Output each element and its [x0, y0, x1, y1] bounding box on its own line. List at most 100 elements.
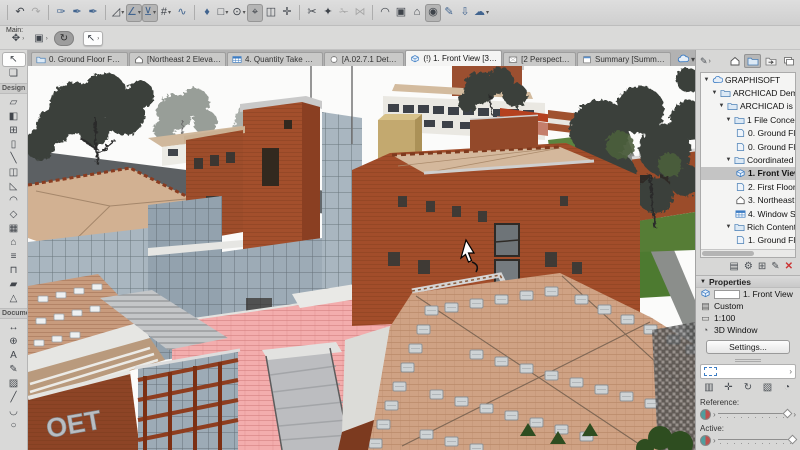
delete-button[interactable]: ✕: [785, 261, 793, 272]
cloud-download-button[interactable]: ⇩ ▾: [457, 4, 473, 22]
layout-book-button[interactable]: [762, 54, 779, 68]
tree-item[interactable]: ▼ ARCHICAD is BIM: [701, 100, 795, 113]
reference-color-icon[interactable]: [700, 409, 711, 420]
slab-tool-button[interactable]: ◫: [3, 166, 25, 179]
tree-item[interactable]: ▼ 2. First Floor: [701, 180, 795, 193]
tree-item[interactable]: ▼ 3. Northeast 2 Elev: [701, 194, 795, 207]
inject-favorites-button[interactable]: ✒ ▾: [85, 4, 101, 22]
fillet-button[interactable]: ◠ ▾: [377, 4, 393, 22]
snap-guides-button[interactable]: ∿ ▾: [174, 4, 190, 22]
properties-header[interactable]: ▼ Properties: [696, 275, 800, 288]
zoom-button[interactable]: ▣ ›: [31, 31, 51, 46]
snap-grid-button[interactable]: # ▾: [158, 4, 174, 22]
beam-tool-button[interactable]: ╲: [3, 152, 25, 165]
tree-item[interactable]: ▼ Rich Content: [701, 220, 795, 233]
settings-button[interactable]: Settings...: [706, 340, 790, 354]
tree-item[interactable]: ▼ 1. Ground Floor: [701, 234, 795, 247]
tree-horizontal-scrollbar[interactable]: [701, 249, 795, 257]
redo-button[interactable]: ↷ ▾: [28, 4, 44, 22]
tree-item[interactable]: ▼ 1. Front View: [701, 166, 795, 181]
view-tab[interactable]: 4. Quantity Take Off...: [227, 52, 323, 66]
virtual-trace-button[interactable]: ◫ ▾: [263, 4, 279, 22]
chevron-right-icon[interactable]: ›: [793, 410, 796, 419]
disclosure-triangle-icon[interactable]: ▼: [718, 103, 725, 109]
switch-reference-button[interactable]: ▧: [760, 381, 776, 394]
column-tool-button[interactable]: ▯: [3, 138, 25, 151]
markup-button[interactable]: ✎ ▾: [441, 4, 457, 22]
new-folder-button[interactable]: ⊞: [758, 261, 766, 272]
object-tool-button[interactable]: ⌂: [3, 236, 25, 249]
split-button[interactable]: ✂ ▾: [304, 4, 320, 22]
disclosure-triangle-icon[interactable]: ▼: [725, 157, 732, 163]
view-tab[interactable]: [A.02.7.1 Details]: [323, 52, 405, 66]
project-chooser-button[interactable]: ✎ ›: [700, 56, 711, 67]
teamwork-menu-button[interactable]: ▾: [676, 54, 695, 64]
adjust-button[interactable]: ✦ ▾: [320, 4, 336, 22]
disclosure-triangle-icon[interactable]: ▼: [711, 90, 718, 96]
clone-folder-button[interactable]: ▤: [729, 261, 738, 272]
save-current-view-button[interactable]: ✎: [771, 261, 779, 272]
shell-tool-button[interactable]: ◠: [3, 194, 25, 207]
home-button[interactable]: ⌂ ▾: [409, 4, 425, 22]
stair-tool-button[interactable]: ≡: [3, 250, 25, 263]
panel-splitter[interactable]: [696, 357, 800, 364]
rebuild-reference-button[interactable]: ◔: [779, 381, 795, 394]
active-color-icon[interactable]: [700, 435, 711, 446]
gravity-button[interactable]: ⊻ ▾: [142, 3, 158, 22]
railing-tool-button[interactable]: ⊓: [3, 264, 25, 277]
disclosure-triangle-icon[interactable]: ▼: [725, 117, 732, 123]
marquee-options-button[interactable]: □ ▾: [215, 4, 231, 22]
trace-toggle-button[interactable]: ▥: [701, 381, 717, 394]
line-tool-button[interactable]: ╱: [3, 391, 25, 404]
inject-parameters-button[interactable]: ✒ ▾: [69, 4, 85, 22]
tree-item[interactable]: ▼ Coordinated Documen: [701, 153, 795, 166]
trim-button[interactable]: ✁ ▾: [336, 4, 352, 22]
morph-tool-button[interactable]: ◇: [3, 208, 25, 221]
fit-in-window-button[interactable]: ✛ ▾: [279, 4, 295, 22]
view-tab[interactable]: Summary [Summary]: [576, 52, 671, 66]
marquee-tool-button[interactable]: ❏: [3, 67, 25, 80]
view-id-field[interactable]: [714, 289, 740, 299]
tree-item[interactable]: ▼ 1 File Concept: [701, 113, 795, 126]
view-map-button[interactable]: [744, 54, 761, 68]
radial-dimension-tool-button[interactable]: ⊕: [3, 335, 25, 348]
fill-tool-button[interactable]: ▨: [3, 377, 25, 390]
zoom-selection-button[interactable]: ◉ ▾: [425, 3, 441, 22]
tree-item[interactable]: ▼ 4. Window Schedu: [701, 207, 795, 220]
arrow-tool-button[interactable]: ↖: [2, 53, 25, 66]
view-tab[interactable]: (!) 1. Front View [3D...: [405, 50, 503, 66]
suspend-groups-button[interactable]: ⊙ ▾: [231, 4, 247, 22]
3d-viewport[interactable]: OET: [28, 66, 695, 450]
tree-item[interactable]: ▼ 0. Ground Floor Cei: [701, 127, 795, 140]
disclosure-triangle-icon[interactable]: ▼: [703, 77, 710, 83]
editing-plane-button[interactable]: ∠ ▾: [126, 3, 142, 22]
view-tab[interactable]: [2 Perspective]: [503, 52, 576, 66]
publisher-button[interactable]: [780, 54, 797, 68]
roof-tool-button[interactable]: ◺: [3, 180, 25, 193]
cursor-snap-button[interactable]: ⌖ ▾: [247, 3, 263, 22]
active-opacity-slider[interactable]: [717, 434, 798, 446]
mesh-tool-button[interactable]: △: [3, 292, 25, 305]
door-tool-button[interactable]: ◧: [3, 110, 25, 123]
orbit-button[interactable]: ↻ ›: [54, 31, 74, 46]
tree-item[interactable]: ▼ ARCHICAD Demo: [701, 86, 795, 99]
arc-tool-button[interactable]: ◡: [3, 405, 25, 418]
view-tab[interactable]: [Northeast 2 Elevation]: [129, 52, 226, 66]
drag-reference-button[interactable]: ✛: [721, 381, 737, 394]
tree-item[interactable]: ▼ 0. Ground Floor Fur: [701, 140, 795, 153]
wall-tool-button[interactable]: ▱: [3, 96, 25, 109]
cloud-sync-button[interactable]: ☁ ▾: [473, 4, 490, 22]
view-tab[interactable]: 0. Ground Floor Furn...: [31, 52, 128, 66]
reference-opacity-slider[interactable]: [717, 408, 793, 420]
intersect-button[interactable]: ⋈ ▾: [352, 4, 368, 22]
dimension-tool-button[interactable]: ↔: [3, 321, 25, 334]
guide-segment-button[interactable]: ♦ ▾: [199, 4, 215, 22]
marquee-bar[interactable]: ›: [700, 364, 796, 379]
view-settings-button[interactable]: ⚙: [744, 261, 753, 272]
disclosure-triangle-icon[interactable]: ▼: [725, 224, 732, 230]
curtain-wall-tool-button[interactable]: ▦: [3, 222, 25, 235]
zone-tool-button[interactable]: ▰: [3, 278, 25, 291]
tree-item[interactable]: ▼ GRAPHISOFT: [701, 73, 795, 86]
label-tool-button[interactable]: ✎: [3, 363, 25, 376]
resize-button[interactable]: ▣ ▾: [393, 4, 409, 22]
